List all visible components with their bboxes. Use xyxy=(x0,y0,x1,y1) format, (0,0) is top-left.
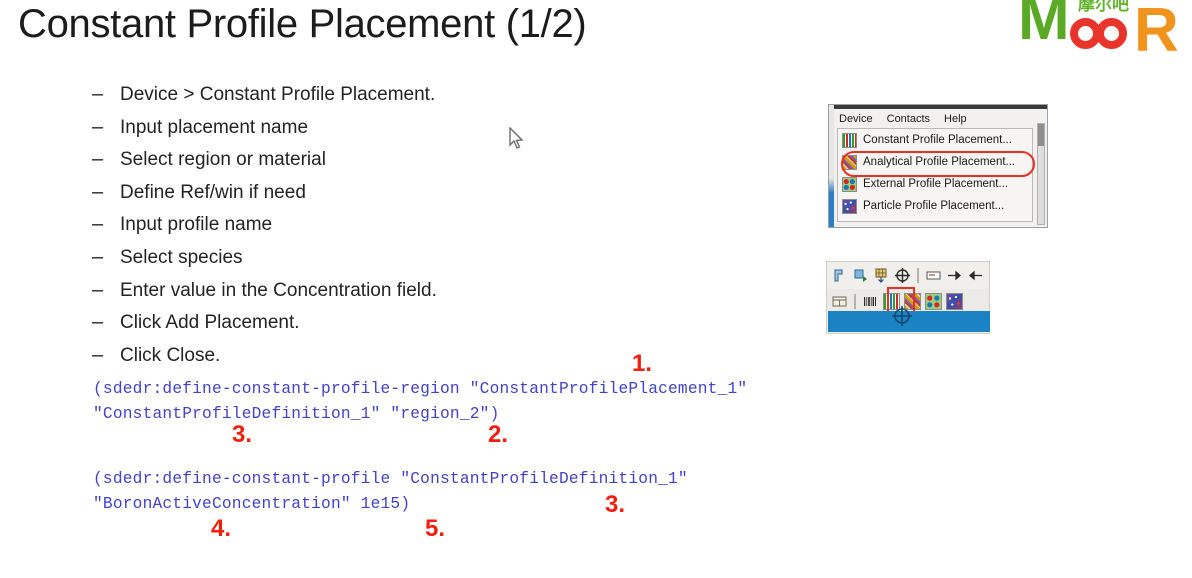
annotation-mark-3a: 3. xyxy=(232,421,253,448)
menu-dropdown: Constant Profile Placement... Analytical… xyxy=(837,128,1035,222)
list-item: – Define Ref/win if need xyxy=(92,181,652,214)
bullet-dash-icon: – xyxy=(92,311,104,334)
code-line: (sdedr:define-constant-profile-region "C… xyxy=(93,380,748,398)
list-item: – Input placement name xyxy=(92,116,652,149)
list-item-label: Input profile name xyxy=(120,214,273,236)
bullet-dash-icon: – xyxy=(92,343,104,366)
list-item: – Input profile name xyxy=(92,213,652,246)
list-item: – Click Close. xyxy=(92,344,652,377)
logo-letter-o-second xyxy=(1096,18,1127,49)
menu-item-label: Particle Profile Placement... xyxy=(863,200,1005,212)
brand-logo: 摩尔吧 M R xyxy=(1016,0,1192,62)
menu-item-external-profile-placement[interactable]: External Profile Placement... xyxy=(838,173,1032,195)
list-item-label: Device > Constant Profile Placement. xyxy=(120,84,436,105)
list-item-label: Select region or material xyxy=(120,149,326,171)
axis-rotate-icon xyxy=(891,305,913,327)
scrollbar-thumb[interactable] xyxy=(1038,124,1044,146)
extrude-icon[interactable] xyxy=(831,267,848,284)
particle-profile-icon xyxy=(842,198,857,214)
bullet-dash-icon: – xyxy=(92,213,104,236)
menu-screenshot: Device Contacts Help Constant Profile Pl… xyxy=(828,104,1048,228)
table-icon[interactable] xyxy=(831,293,848,310)
bullet-dash-icon: – xyxy=(92,83,104,105)
menu-top-bar xyxy=(834,105,1047,109)
code-line: (sdedr:define-constant-profile "Constant… xyxy=(93,470,688,488)
bullet-list: – Device > Constant Profile Placement. –… xyxy=(92,83,652,376)
list-item-label: Click Add Placement. xyxy=(120,312,300,334)
menu-item-constant-profile-placement[interactable]: Constant Profile Placement... xyxy=(838,129,1032,151)
menu-item-particle-profile-placement[interactable]: Particle Profile Placement... xyxy=(838,195,1032,217)
label-box-icon[interactable] xyxy=(925,267,942,284)
toolbar-screenshot xyxy=(826,261,990,334)
axis-rotate-icon[interactable] xyxy=(894,267,911,284)
menu-item-label: Constant Profile Placement... xyxy=(863,134,1012,146)
analytical-profile-icon xyxy=(842,154,857,170)
list-item-label: Define Ref/win if need xyxy=(120,181,306,203)
list-item: – Select region or material xyxy=(92,148,652,181)
menubar-item-device[interactable]: Device xyxy=(839,113,873,125)
bullet-dash-icon: – xyxy=(92,148,104,171)
list-item: – Enter value in the Concentration field… xyxy=(92,279,652,312)
mesh-refine-icon[interactable] xyxy=(873,267,890,284)
scrollbar-vertical[interactable] xyxy=(1037,123,1045,225)
code-line: "ConstantProfileDefinition_1" "region_2"… xyxy=(93,404,500,423)
constant-profile-icon xyxy=(842,132,857,148)
menu-item-label: Analytical Profile Placement... xyxy=(863,156,1016,168)
annotation-mark-1: 1. xyxy=(632,350,653,377)
list-item-label: Select species xyxy=(120,246,243,268)
barcode-icon[interactable] xyxy=(862,293,879,310)
toolbar-row-primary xyxy=(827,263,989,287)
arrow-left-icon[interactable] xyxy=(946,267,963,284)
external-profile-icon[interactable] xyxy=(925,292,942,310)
bullet-dash-icon: – xyxy=(92,278,104,301)
external-profile-icon xyxy=(842,176,857,192)
logo-chinese-text: 摩尔吧 xyxy=(1078,0,1129,15)
list-item-label: Enter value in the Concentration field. xyxy=(120,279,437,301)
arrow-right-icon[interactable] xyxy=(967,267,984,284)
toolbar-separator xyxy=(917,267,919,283)
menu-left-strip xyxy=(829,105,834,227)
list-item-label: Click Close. xyxy=(120,344,221,366)
menubar-item-help[interactable]: Help xyxy=(944,113,967,125)
bullet-dash-icon: – xyxy=(92,180,104,203)
annotation-mark-3b: 3. xyxy=(605,491,626,518)
arrow-pointer-icon xyxy=(509,126,525,151)
page-title: Constant Profile Placement (1/2) xyxy=(18,2,587,46)
list-item-label: Input placement name xyxy=(120,116,309,138)
menu-item-analytical-profile-placement[interactable]: Analytical Profile Placement... xyxy=(838,151,1032,173)
menubar: Device Contacts Help xyxy=(839,110,967,127)
menu-item-label: External Profile Placement... xyxy=(863,178,1009,190)
list-item: – Click Add Placement. xyxy=(92,311,652,344)
logo-letter-r: R xyxy=(1134,0,1179,65)
bullet-dash-icon: – xyxy=(92,245,104,268)
list-item: – Select species xyxy=(92,246,652,279)
annotation-mark-2: 2. xyxy=(488,421,509,448)
list-item: – Device > Constant Profile Placement. xyxy=(92,83,652,116)
code-snippet-definition: (sdedr:define-constant-profile "Constant… xyxy=(93,467,688,516)
code-line: "BoronActiveConcentration" 1e15) xyxy=(93,494,411,513)
menubar-item-contacts[interactable]: Contacts xyxy=(887,113,930,125)
toolbar-separator xyxy=(854,293,856,309)
logo-letter-m: M xyxy=(1018,0,1070,53)
annotation-mark-5: 5. xyxy=(425,515,446,542)
particle-profile-icon[interactable] xyxy=(946,292,963,310)
annotation-mark-4: 4. xyxy=(211,515,232,542)
bullet-dash-icon: – xyxy=(92,115,104,138)
code-snippet-placement: (sdedr:define-constant-profile-region "C… xyxy=(93,377,747,426)
stretch-icon[interactable] xyxy=(852,267,869,284)
